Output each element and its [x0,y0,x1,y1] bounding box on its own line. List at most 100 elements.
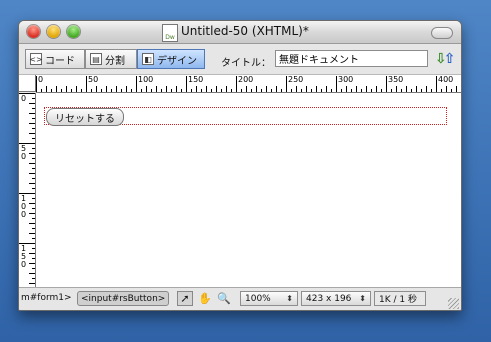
title-bar[interactable]: Dw Untitled-50 (XHTML)* [19,21,461,44]
zoom-window-button[interactable] [67,25,80,38]
ruler-tick [32,198,35,199]
status-bar: m#form1> <input#rsButton> ➚ ✋ 🔍 100% ⬍ 4… [19,287,461,310]
ruler-tick [381,89,382,92]
ruler-tick [391,89,392,92]
design-view-label: デザイン [157,55,197,67]
design-view-icon: ◧ [142,53,154,65]
window-title: Untitled-50 (XHTML)* [181,24,309,38]
document-toolbar: <> コード ▤ 分割 ◧ デザイン タイトル： ⇩⇧ [19,44,461,75]
ruler-tick [176,86,177,92]
ruler-tick [29,263,35,264]
close-window-button[interactable] [27,25,40,38]
ruler-tick [256,86,257,92]
horizontal-ruler: 0 50 100 150 200 250 300 350 400 [36,75,461,93]
ruler-tick [236,76,237,92]
ruler-tick [271,89,272,92]
code-view-icon: <> [29,53,43,65]
ruler-tick [436,76,437,92]
ruler-tick [241,89,242,92]
ruler-tick [29,153,35,154]
split-view-button[interactable]: ▤ 分割 [85,49,137,69]
ruler-tick [396,86,397,92]
ruler-tick [286,76,287,92]
title-field-label: タイトル： [221,58,271,69]
ruler-tick [431,89,432,92]
ruler-tick [321,89,322,92]
document-title-input[interactable] [275,50,428,67]
ruler-tick [32,118,35,119]
minimize-window-button[interactable] [47,25,60,38]
ruler-tick [32,128,35,129]
reset-button[interactable]: リセットする [46,108,124,126]
ruler-tick [441,89,442,92]
code-view-button[interactable]: <> コード [25,49,85,69]
ruler-tick [121,89,122,92]
tag-selector-chip[interactable]: <input#rsButton> [77,291,170,306]
ruler-tick [32,98,35,99]
ruler-tick [246,86,247,92]
ruler-tick [29,173,35,174]
resize-grip[interactable] [448,298,459,309]
ruler-tick [32,168,35,169]
ruler-label: 0 [21,94,27,103]
ruler-tick [91,89,92,92]
ruler-tick [41,89,42,92]
ruler-tick [416,86,417,92]
window-size-value: 423 x 196 [306,293,352,304]
ruler-tick [32,158,35,159]
ruler-tick [101,89,102,92]
ruler-origin[interactable] [19,75,36,92]
ruler-tick [326,86,327,92]
ruler-tick [56,86,57,92]
ruler-label: 400 [438,75,454,84]
ruler-tick [136,76,137,92]
zoom-dropdown-icon: ⬍ [286,294,293,303]
zoom-select[interactable]: 100% ⬍ [240,291,298,306]
zoom-tool-icon[interactable]: 🔍 [216,291,232,306]
ruler-tick [32,218,35,219]
hand-tool-icon[interactable]: ✋ [197,291,213,306]
ruler-tick [276,86,277,92]
ruler-tick [216,86,217,92]
split-view-icon: ▤ [90,53,102,65]
ruler-tick [51,89,52,92]
ruler-tick [29,133,35,134]
ruler-tick [29,253,35,254]
design-view-button[interactable]: ◧ デザイン [137,49,205,69]
ruler-tick [376,86,377,92]
tag-selector-path[interactable]: m#form1> [21,293,72,303]
ruler-tick [29,223,35,224]
ruler-tick [361,89,362,92]
ruler-tick [141,89,142,92]
ruler-tick [206,86,207,92]
window-size-select[interactable]: 423 x 196 ⬍ [301,291,371,306]
window-size-dropdown-icon: ⬍ [359,294,366,303]
ruler-tick [296,86,297,92]
refresh-icon[interactable]: ⇩⇧ [435,51,455,67]
pointer-tool-icon[interactable]: ➚ [177,291,193,306]
ruler-tick [29,273,35,274]
design-view-canvas[interactable]: リセットする [36,93,461,287]
ruler-tick [351,89,352,92]
ruler-label: 200 [238,75,254,84]
ruler-tick [146,86,147,92]
split-view-label: 分割 [105,55,125,67]
ruler-tick [196,86,197,92]
download-size-indicator: 1K / 1 秒 [374,291,426,306]
ruler-tick [29,233,35,234]
ruler-tick [161,89,162,92]
ruler-tick [29,103,35,104]
ruler-tick [166,86,167,92]
ruler-tick [111,89,112,92]
ruler-tick [421,89,422,92]
ruler-label: 300 [338,75,354,84]
ruler-tick [32,258,35,259]
ruler-tick [32,138,35,139]
ruler-tick [221,89,222,92]
ruler-tick [171,89,172,92]
ruler-tick [71,89,72,92]
toolbar-toggle-button[interactable] [431,27,453,39]
ruler-tick [301,89,302,92]
ruler-tick [411,89,412,92]
ruler-tick [281,89,282,92]
